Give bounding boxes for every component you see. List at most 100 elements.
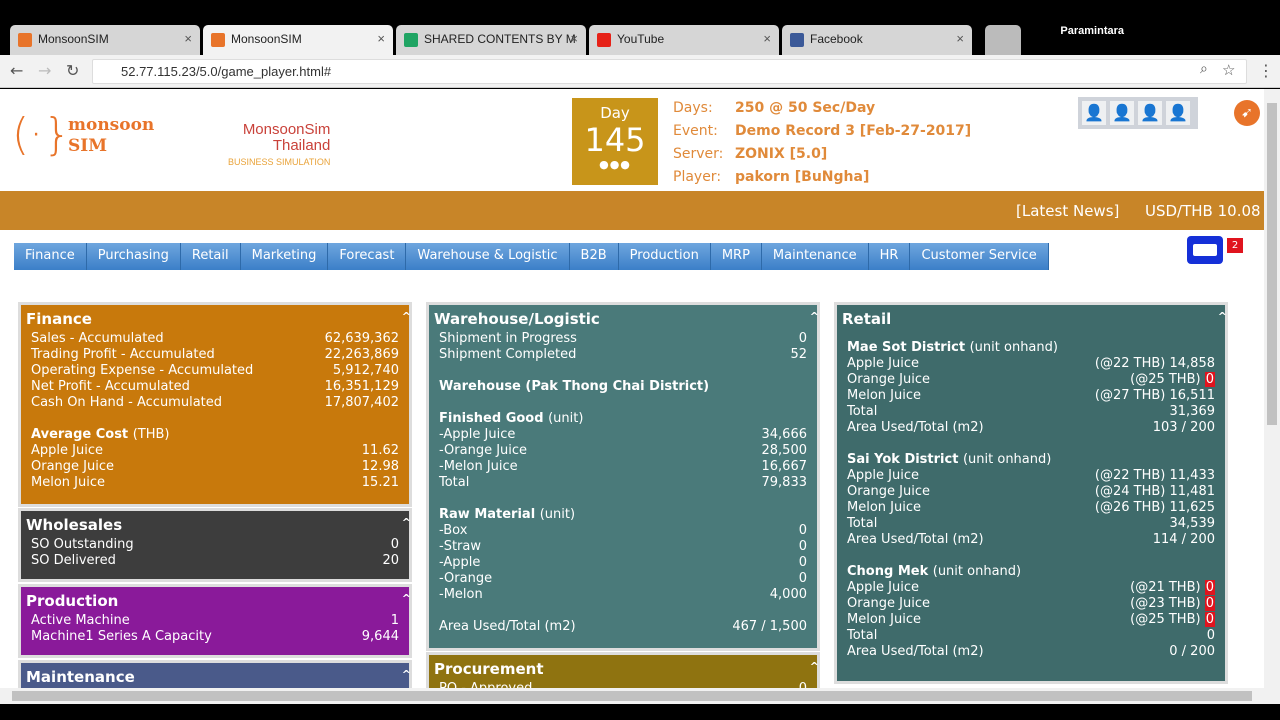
monsoon-favicon-icon (211, 33, 225, 47)
stock-value: 0 (1204, 372, 1215, 387)
zoom-icon[interactable]: ⌕ (1200, 61, 1208, 77)
panel-title[interactable]: Maintenance ^ (26, 668, 411, 686)
new-tab-button[interactable] (985, 25, 1021, 55)
compass-icon[interactable]: ➹ (1234, 100, 1260, 126)
info-label: Server: (673, 146, 724, 162)
browser-tab-bar: Paramintara MonsoonSIM × MonsoonSIM × SHARED… (0, 0, 1280, 55)
info-value: ZONIX [5.0] (735, 146, 828, 162)
youtube-favicon-icon (597, 33, 611, 47)
vertical-scrollbar[interactable] (1264, 89, 1280, 688)
bookmark-star-icon[interactable]: ☆ (1222, 61, 1235, 79)
menu-marketing[interactable]: Marketing (240, 243, 329, 270)
tab-title: SHARED CONTENTS BY M (424, 32, 576, 46)
price: (@27 THB) (1094, 388, 1166, 403)
collapse-icon[interactable]: ^ (402, 516, 411, 529)
collapse-icon[interactable]: ^ (810, 660, 819, 673)
price: (@25 THB) (1130, 612, 1201, 627)
info-label: Event: (673, 123, 718, 139)
menu-production[interactable]: Production (618, 243, 711, 270)
data-row: -Straw 0 (439, 539, 807, 555)
price: (@23 THB) (1130, 596, 1201, 611)
menu-finance[interactable]: Finance (14, 243, 87, 270)
user-icon[interactable]: 👤 (1166, 101, 1190, 125)
browser-tab[interactable]: MonsoonSIM × (10, 25, 200, 55)
inbox-icon[interactable] (1187, 236, 1223, 264)
row-value: 15.21 (361, 475, 399, 490)
game-page: (·} monsoon SIM MonsoonSim Thailand BUSINESS… (0, 89, 1264, 688)
row-value: 0 (798, 555, 807, 570)
profile-name[interactable]: Paramintara (1060, 25, 1124, 37)
menu-customer-service[interactable]: Customer Service (910, 243, 1049, 270)
menu-icon[interactable]: ⋮ (1258, 61, 1274, 80)
user-icon[interactable]: 👤 (1082, 101, 1106, 125)
data-row: Total 79,833 (439, 475, 807, 491)
retail-row: Melon Juice (@26 THB) 11,625 (847, 500, 1215, 515)
close-tab-icon[interactable]: × (763, 31, 771, 46)
facebook-favicon-icon (790, 33, 804, 47)
browser-tab[interactable]: Facebook × (782, 25, 972, 55)
tab-title: Facebook (810, 32, 863, 46)
panel-title[interactable]: Finance ^ (26, 310, 411, 328)
panel-title[interactable]: Procurement ^ (434, 660, 819, 678)
back-icon[interactable]: ← (10, 61, 23, 80)
stock-value: 16,511 (1169, 388, 1216, 403)
menu-mrp[interactable]: MRP (710, 243, 762, 270)
retail-row: Melon Juice (@27 THB) 16,511 (847, 388, 1216, 403)
row-label: Orange Juice (31, 459, 114, 474)
panel-title[interactable]: Production ^ (26, 592, 411, 610)
row-label: Shipment Completed (439, 347, 577, 362)
warehouse-panel: Warehouse/Logistic ^ Shipment in Progress 0… (426, 302, 820, 651)
row-value: 79,833 (761, 475, 808, 490)
data-row: -Melon Juice 16,667 (439, 459, 807, 475)
menu-purchasing[interactable]: Purchasing (86, 243, 181, 270)
collapse-icon[interactable]: ^ (402, 668, 411, 681)
url-input[interactable]: 52.77.115.23/5.0/game_player.html# (92, 59, 1247, 84)
retail-row: Orange Juice (@23 THB) 0 (847, 596, 1215, 611)
panel-title[interactable]: Retail ^ (842, 310, 1227, 328)
close-tab-icon[interactable]: × (956, 31, 964, 46)
info-value: pakorn [BuNgha] (735, 169, 870, 185)
menu-warehouse-logistic[interactable]: Warehouse & Logistic (406, 243, 570, 270)
data-row: -Melon 4,000 (439, 587, 807, 603)
panel-title[interactable]: Warehouse/Logistic ^ (434, 310, 819, 328)
row-value: 16,351,129 (324, 379, 399, 394)
section-title: Finished Good (unit) (439, 411, 584, 426)
menu-maintenance[interactable]: Maintenance (761, 243, 869, 270)
data-row: Net Profit - Accumulated 16,351,129 (31, 379, 399, 395)
main-menu: Finance Purchasing Retail Marketing Forecast… (14, 243, 1049, 270)
data-row: SO Outstanding 0 (31, 537, 399, 553)
panel-title[interactable]: Wholesales ^ (26, 516, 411, 534)
data-row: Trading Profit - Accumulated 22,263,869 (31, 347, 399, 363)
row-value: 4,000 (769, 587, 807, 602)
close-tab-icon[interactable]: × (570, 31, 578, 46)
retail-row: Apple Juice (@22 THB) 14,858 (847, 356, 1215, 371)
menu-hr[interactable]: HR (868, 243, 911, 270)
row-label: Apple Juice (31, 443, 103, 458)
collapse-icon[interactable]: ^ (402, 592, 411, 605)
user-icon[interactable]: 👤 (1138, 101, 1162, 125)
section-title: Average Cost (THB) (31, 427, 170, 442)
info-label: Player: (673, 169, 722, 185)
row-label: -Melon (439, 587, 483, 602)
menu-b-b[interactable]: B2B (569, 243, 619, 270)
row-value: 52 (790, 347, 807, 362)
address-bar: ← → ↻ 52.77.115.23/5.0/game_player.html#… (0, 55, 1280, 88)
browser-tab[interactable]: SHARED CONTENTS BY M × (396, 25, 586, 55)
day-number: 145 (584, 121, 646, 159)
collapse-icon[interactable]: ^ (810, 310, 819, 323)
forward-icon[interactable]: → (38, 61, 51, 80)
close-tab-icon[interactable]: × (377, 31, 385, 46)
user-icon[interactable]: 👤 (1110, 101, 1134, 125)
menu-retail[interactable]: Retail (180, 243, 241, 270)
menu-forecast[interactable]: Forecast (328, 243, 407, 270)
collapse-icon[interactable]: ^ (1218, 310, 1227, 323)
collapse-icon[interactable]: ^ (402, 310, 411, 323)
close-tab-icon[interactable]: × (184, 31, 192, 46)
browser-tab[interactable]: YouTube × (589, 25, 779, 55)
browser-tab[interactable]: MonsoonSIM × (203, 25, 393, 55)
horizontal-scrollbar[interactable] (0, 688, 1280, 704)
price: (@22 THB) (1094, 468, 1166, 483)
latest-news-link[interactable]: [Latest News] (1016, 202, 1119, 220)
reload-icon[interactable]: ↻ (66, 61, 79, 80)
row-label: -Box (439, 523, 468, 538)
